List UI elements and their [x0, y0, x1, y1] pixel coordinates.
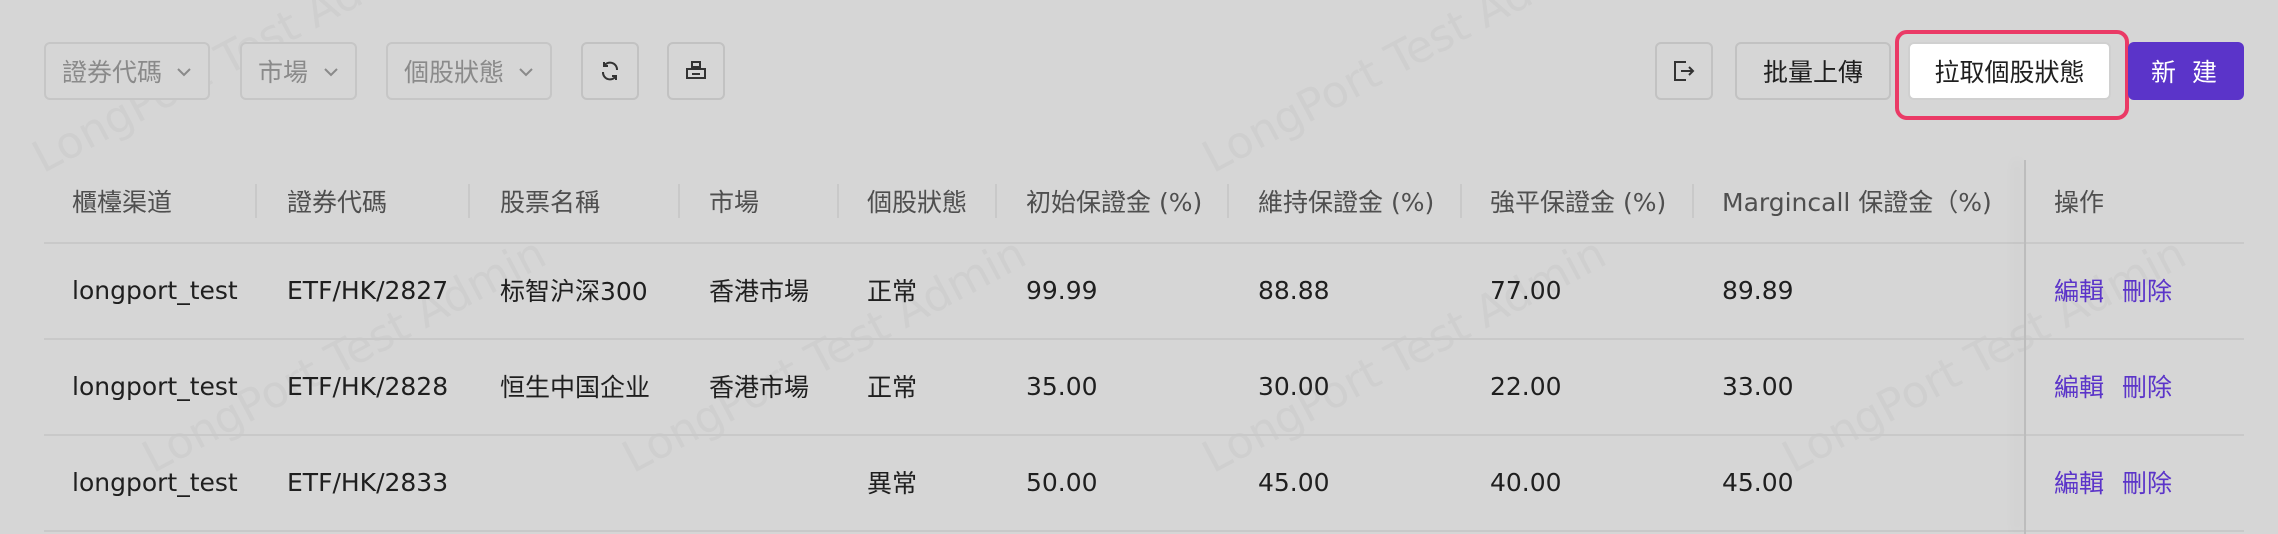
filter-label: 市場	[258, 58, 309, 87]
filter-label: 證券代碼	[62, 58, 163, 87]
pull-stock-status-button[interactable]: 拉取個股狀態	[1908, 42, 2111, 100]
cell-code: ETF/HK/2833	[287, 467, 449, 497]
refresh-icon	[602, 61, 618, 81]
chevron-down-icon	[177, 68, 191, 77]
cell-market: 香港市場	[709, 373, 810, 402]
edit-link[interactable]: 編輯	[2054, 464, 2104, 500]
cell-actions: 編輯 刪除	[2054, 242, 2190, 338]
column-divider	[255, 184, 257, 218]
cell-code: ETF/HK/2827	[287, 275, 449, 305]
col-header-name: 股票名稱	[500, 188, 601, 217]
batch-upload-button[interactable]: 批量上傳	[1735, 42, 1891, 100]
export-icon	[1674, 61, 1695, 81]
cell-margincall: 45.00	[1722, 467, 1794, 497]
cell-name: 恒生中国企业	[500, 373, 651, 402]
column-divider	[995, 184, 997, 218]
fixed-column-divider	[2024, 160, 2026, 534]
cell-maintenance-margin: 45.00	[1258, 467, 1330, 497]
cell-channel: longport_test	[72, 467, 238, 497]
col-header-status: 個股狀態	[867, 188, 968, 217]
cell-channel: longport_test	[72, 371, 238, 401]
col-header-initial-margin: 初始保證金 (%)	[1026, 188, 1203, 217]
filter-label: 個股狀態	[404, 58, 505, 87]
col-header-liquidation-margin: 強平保證金 (%)	[1490, 188, 1667, 217]
cell-status: 異常	[867, 469, 918, 498]
table-row: longport_test ETF/HK/2833 異常 50.00 45.00…	[44, 434, 2244, 532]
cell-margincall: 89.89	[1722, 275, 1794, 305]
col-header-actions: 操作	[2054, 188, 2105, 217]
toolbar: 證券代碼 市場 個股狀態 批量上傳 拉取個股狀態 新 建	[0, 0, 2278, 140]
cell-liquidation-margin: 40.00	[1490, 467, 1562, 497]
export-button[interactable]	[1655, 42, 1713, 100]
cell-status: 正常	[867, 277, 918, 306]
cell-name: 标智沪深300	[500, 277, 648, 306]
delete-link[interactable]: 刪除	[2122, 368, 2172, 404]
chevron-down-icon	[519, 68, 533, 77]
cell-margincall: 33.00	[1722, 371, 1794, 401]
col-header-market: 市場	[709, 188, 760, 217]
cell-channel: longport_test	[72, 275, 238, 305]
edit-link[interactable]: 編輯	[2054, 272, 2104, 308]
cell-liquidation-margin: 77.00	[1490, 275, 1562, 305]
col-header-maintenance-margin: 維持保證金 (%)	[1258, 188, 1435, 217]
col-header-channel: 櫃檯渠道	[72, 188, 173, 217]
edit-link[interactable]: 編輯	[2054, 368, 2104, 404]
table-header: 櫃檯渠道 證券代碼 股票名稱 市場 個股狀態 初始保證金 (%) 維持保證金 (…	[44, 160, 2244, 244]
cell-code: ETF/HK/2828	[287, 371, 449, 401]
cell-maintenance-margin: 88.88	[1258, 275, 1330, 305]
delete-link[interactable]: 刪除	[2122, 272, 2172, 308]
print-icon	[686, 61, 706, 79]
column-settings-button[interactable]	[667, 42, 725, 100]
cell-actions: 編輯 刪除	[2054, 338, 2190, 434]
cell-initial-margin: 99.99	[1026, 275, 1098, 305]
col-header-margincall: Margincall 保證金（%)	[1722, 188, 1992, 217]
column-divider	[678, 184, 680, 218]
new-button[interactable]: 新 建	[2128, 42, 2244, 100]
filter-security-code[interactable]: 證券代碼	[44, 42, 210, 100]
delete-link[interactable]: 刪除	[2122, 464, 2172, 500]
refresh-button[interactable]	[581, 42, 639, 100]
cell-liquidation-margin: 22.00	[1490, 371, 1562, 401]
column-divider	[1460, 184, 1462, 218]
cell-status: 正常	[867, 373, 918, 402]
column-divider	[837, 184, 839, 218]
cell-initial-margin: 35.00	[1026, 371, 1098, 401]
column-divider	[1227, 184, 1229, 218]
column-divider	[1692, 184, 1694, 218]
cell-actions: 編輯 刪除	[2054, 434, 2190, 530]
cell-market: 香港市場	[709, 277, 810, 306]
cell-initial-margin: 50.00	[1026, 467, 1098, 497]
filter-market[interactable]: 市場	[240, 42, 357, 100]
col-header-code: 證券代碼	[287, 188, 388, 217]
filter-stock-status[interactable]: 個股狀態	[386, 42, 552, 100]
table-row: longport_test ETF/HK/2828 恒生中国企业 香港市場 正常…	[44, 338, 2244, 436]
cell-maintenance-margin: 30.00	[1258, 371, 1330, 401]
column-divider	[468, 184, 470, 218]
chevron-down-icon	[324, 68, 338, 77]
table-row: longport_test ETF/HK/2827 标智沪深300 香港市場 正…	[44, 242, 2244, 340]
